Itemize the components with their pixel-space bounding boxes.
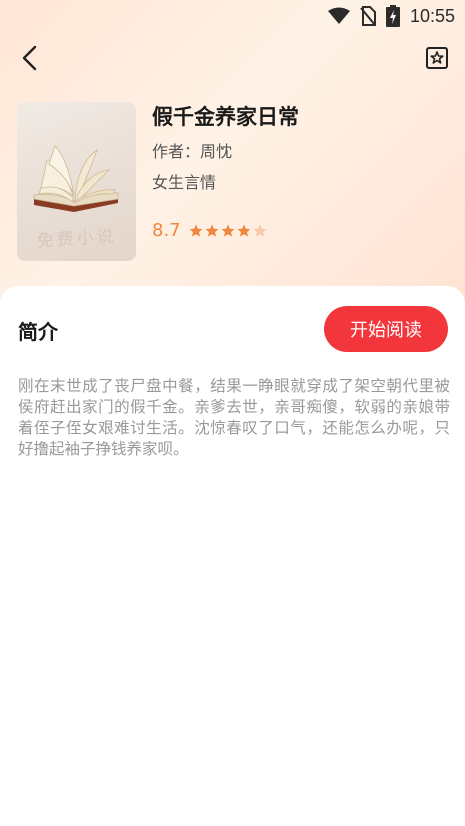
rating-stars bbox=[189, 224, 267, 238]
content-card bbox=[0, 286, 465, 826]
status-time: 10:55 bbox=[409, 5, 455, 26]
bookmark-button[interactable] bbox=[421, 44, 453, 76]
top-nav bbox=[0, 40, 465, 80]
battery-charging-icon bbox=[385, 5, 400, 27]
start-reading-button[interactable]: 开始阅读 bbox=[324, 306, 448, 352]
star-filled-icon bbox=[237, 224, 251, 237]
back-button[interactable] bbox=[14, 44, 46, 76]
wifi-icon bbox=[327, 7, 350, 25]
book-meta: 假千金养家日常 作者：周忱 女生言情 8.7 bbox=[152, 102, 452, 241]
book-cover[interactable]: 免费小说 bbox=[17, 102, 136, 261]
intro-header: 简介 开始阅读 bbox=[18, 306, 448, 352]
chevron-left-icon bbox=[20, 45, 40, 75]
bookmark-star-icon bbox=[425, 46, 449, 74]
rating-score: 8.7 bbox=[152, 220, 181, 241]
book-category: 女生言情 bbox=[152, 173, 217, 192]
status-bar: 10:55 bbox=[0, 0, 465, 32]
book-author: 作者：周忱 bbox=[152, 142, 233, 161]
book-title: 假千金养家日常 bbox=[152, 105, 299, 129]
star-filled-icon bbox=[221, 224, 235, 237]
book-info: 免费小说 假千金养家日常 作者：周忱 女生言情 8.7 bbox=[17, 102, 457, 262]
star-filled-icon bbox=[205, 224, 219, 237]
star-filled-icon bbox=[189, 224, 203, 237]
no-sim-icon bbox=[360, 6, 376, 26]
star-empty-icon bbox=[253, 224, 267, 237]
intro-title: 简介 bbox=[18, 320, 58, 344]
rating-row: 8.7 bbox=[152, 220, 267, 241]
intro-text: 刚在末世成了丧尸盘中餐，结果一睁眼就穿成了架空朝代里被侯府赶出家门的假千金。亲爹… bbox=[18, 377, 450, 458]
